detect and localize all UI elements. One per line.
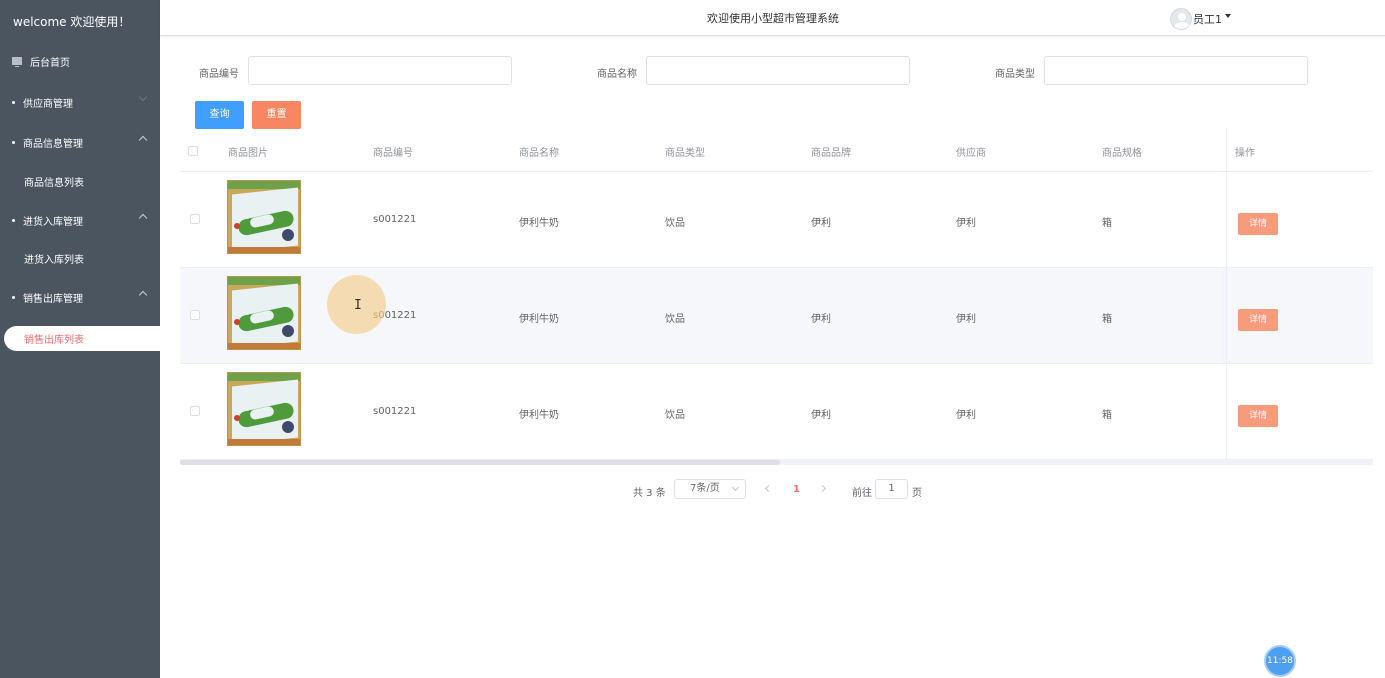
sidebar-item-label: 商品信息管理: [23, 138, 83, 150]
sidebar-item-label: 进货入库列表: [24, 254, 84, 266]
cell-name: 伊利牛奶: [519, 410, 559, 421]
next-page-icon[interactable]: [818, 484, 827, 493]
user-menu[interactable]: 员工1: [1193, 11, 1222, 27]
sidebar-item-label: 供应商管理: [23, 98, 73, 110]
sidebar: welcome 欢迎使用！ 后台首页 供应商管理 商品信息管理 商品信息列表 进…: [0, 0, 160, 678]
query-button[interactable]: 查询: [195, 101, 244, 129]
pagination-total: 共 3 条: [633, 488, 666, 499]
cell-type: 饮品: [665, 314, 685, 325]
column-header: 操作: [1235, 148, 1255, 159]
sidebar-item-stock-in-list[interactable]: 进货入库列表: [0, 239, 160, 277]
avatar[interactable]: [1170, 8, 1192, 30]
current-page[interactable]: 1: [793, 484, 800, 495]
chevron-up-icon: [138, 290, 148, 300]
product-image: [227, 372, 301, 446]
goto-label: 前往: [852, 488, 872, 499]
cell-spec: 箱: [1102, 218, 1112, 229]
table-row[interactable]: s001221 伊利牛奶 饮品 伊利 伊利 箱 详情: [180, 364, 1373, 460]
page-size-select[interactable]: 7条/页: [674, 479, 746, 499]
cell-name: 伊利牛奶: [519, 218, 559, 229]
sidebar-item-product-list[interactable]: 商品信息列表: [0, 162, 160, 200]
cell-brand: 伊利: [811, 314, 831, 325]
product-image: [227, 276, 301, 350]
scrollbar-thumb[interactable]: [180, 460, 780, 465]
product-name-input[interactable]: [646, 56, 910, 85]
cell-supplier: 伊利: [956, 218, 976, 229]
product-type-input[interactable]: [1044, 56, 1308, 85]
row-checkbox[interactable]: [190, 406, 200, 416]
monitor-icon: [12, 57, 22, 67]
text-cursor-icon: I: [354, 298, 362, 313]
chevron-down-icon: [731, 483, 740, 492]
table-header: 商品图片 商品编号 商品名称 商品类型 商品品牌 供应商 商品规格 操作: [180, 128, 1373, 172]
cell-spec: 箱: [1102, 314, 1112, 325]
column-header: 供应商: [956, 148, 986, 159]
cell-supplier: 伊利: [956, 410, 976, 421]
cell-code: s001221: [373, 406, 417, 417]
sidebar-item-label: 销售出库列表: [24, 335, 84, 346]
sidebar-item-label: 销售出库管理: [23, 293, 83, 305]
cell-name: 伊利牛奶: [519, 314, 559, 325]
goto-page-input[interactable]: 1: [875, 479, 908, 499]
cell-brand: 伊利: [811, 218, 831, 229]
sidebar-group-sales-out[interactable]: 销售出库管理: [0, 278, 160, 316]
bullet-icon: [12, 218, 15, 222]
column-header: 商品品牌: [811, 148, 851, 159]
chevron-up-icon: [138, 213, 148, 223]
page-size-value: 7条/页: [690, 483, 720, 494]
column-header: 商品类型: [665, 148, 705, 159]
product-image: [227, 180, 301, 254]
product-code-label: 商品编号: [199, 69, 239, 80]
bullet-icon: [12, 295, 15, 299]
row-checkbox[interactable]: [190, 310, 200, 320]
cell-supplier: 伊利: [956, 314, 976, 325]
reset-button[interactable]: 重置: [252, 101, 301, 129]
caret-down-icon[interactable]: [1225, 14, 1231, 18]
sidebar-item-label: 后台首页: [30, 57, 70, 69]
cell-code: s001221: [373, 214, 417, 225]
detail-button[interactable]: 详情: [1238, 309, 1278, 331]
clock-badge[interactable]: 11:58: [1264, 645, 1296, 677]
bullet-icon: [12, 100, 15, 104]
cell-type: 饮品: [665, 410, 685, 421]
sidebar-item-label: 进货入库管理: [23, 216, 83, 228]
sidebar-item-label: 商品信息列表: [24, 177, 84, 189]
cell-brand: 伊利: [811, 410, 831, 421]
cell-spec: 箱: [1102, 410, 1112, 421]
sidebar-group-product-info[interactable]: 商品信息管理: [0, 123, 160, 161]
column-header: 商品编号: [373, 148, 413, 159]
row-checkbox[interactable]: [190, 214, 200, 224]
welcome-title: welcome 欢迎使用！: [13, 15, 131, 29]
sidebar-item-home[interactable]: 后台首页: [0, 42, 160, 80]
product-type-label: 商品类型: [995, 69, 1035, 80]
page-title: 欢迎使用小型超市管理系统: [707, 12, 839, 25]
prev-page-icon[interactable]: [764, 484, 773, 493]
column-header: 商品图片: [228, 148, 268, 159]
product-code-input[interactable]: [248, 56, 512, 85]
column-header: 商品名称: [519, 148, 559, 159]
table-row[interactable]: s001221 伊利牛奶 饮品 伊利 伊利 箱 详情: [180, 172, 1373, 268]
page-suffix: 页: [912, 488, 922, 499]
cell-type: 饮品: [665, 218, 685, 229]
top-header: 欢迎使用小型超市管理系统 员工1: [160, 0, 1385, 36]
column-header: 商品规格: [1102, 148, 1142, 159]
sidebar-group-supplier[interactable]: 供应商管理: [0, 83, 160, 121]
chevron-up-icon: [138, 135, 148, 145]
fixed-column-divider: [1226, 128, 1227, 460]
sidebar-group-stock-in[interactable]: 进货入库管理: [0, 201, 160, 239]
detail-button[interactable]: 详情: [1238, 213, 1278, 235]
detail-button[interactable]: 详情: [1238, 405, 1278, 427]
bullet-icon: [12, 140, 15, 144]
product-name-label: 商品名称: [597, 69, 637, 80]
select-all-checkbox[interactable]: [188, 146, 198, 156]
sidebar-item-sales-out-list[interactable]: 销售出库列表: [4, 326, 160, 351]
chevron-down-icon: [138, 92, 148, 102]
